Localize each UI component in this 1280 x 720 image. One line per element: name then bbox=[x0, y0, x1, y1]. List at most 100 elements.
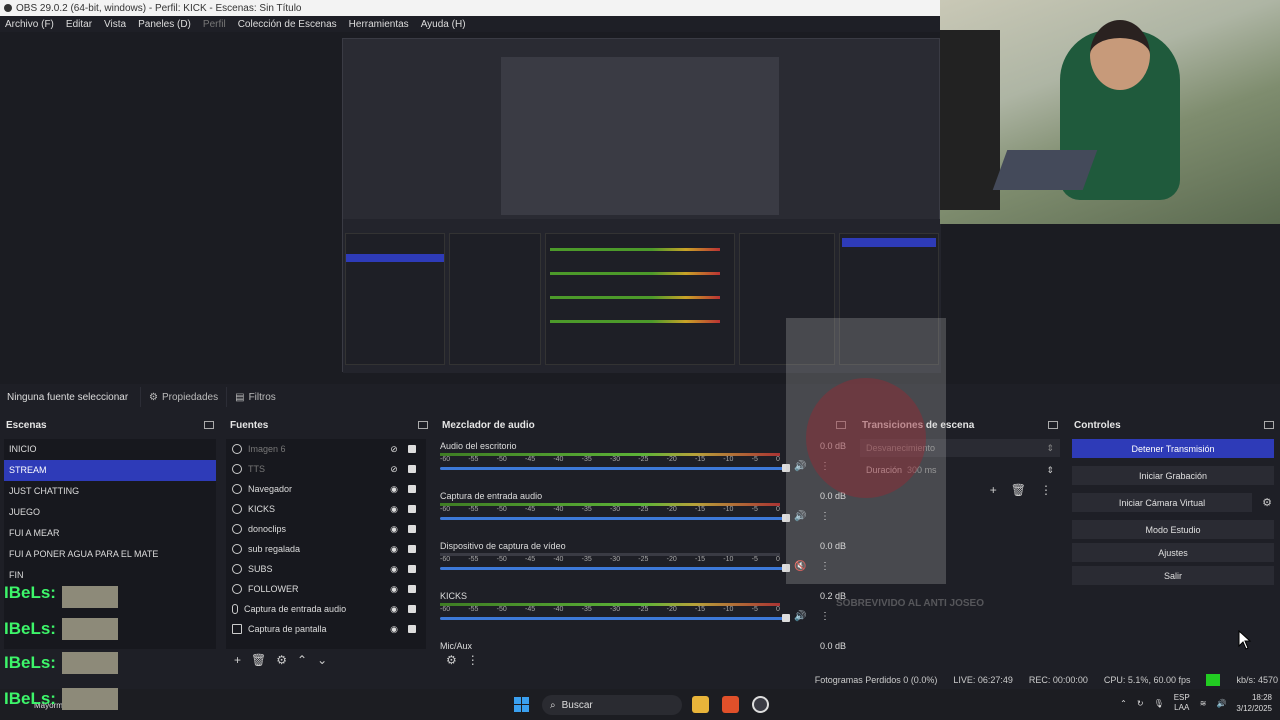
source-item[interactable]: FOLLOWER ◉ bbox=[226, 579, 426, 599]
duration-spin-icon[interactable]: ⇕ bbox=[1046, 465, 1054, 476]
menu-herramientas[interactable]: Herramientas bbox=[349, 19, 409, 30]
volume-slider[interactable] bbox=[440, 467, 786, 470]
source-item[interactable]: Navegador ◉ bbox=[226, 479, 426, 499]
windows-start-icon[interactable] bbox=[514, 697, 529, 712]
menu-ayuda[interactable]: Ayuda (H) bbox=[421, 19, 466, 30]
scene-item-selected[interactable]: STREAM bbox=[4, 460, 216, 481]
channel-name: Captura de entrada audio bbox=[440, 491, 543, 501]
advanced-audio-icon[interactable]: ⚙ bbox=[446, 653, 457, 667]
visibility-icon[interactable]: ◉ bbox=[388, 584, 400, 595]
taskbar-search[interactable]: ⌕ Buscar bbox=[542, 695, 682, 715]
volume-slider-handle[interactable] bbox=[782, 614, 790, 622]
scene-item[interactable]: FUI A MEAR bbox=[4, 523, 216, 544]
add-transition-icon[interactable]: + bbox=[990, 483, 997, 497]
volume-slider[interactable] bbox=[440, 617, 786, 620]
mixer-channel: KICKS 0.2 dB -60 -55 -50 -45 -40 -35 -30 -25 -20… bbox=[436, 589, 852, 639]
undock-icon[interactable] bbox=[1264, 421, 1274, 429]
lock-icon[interactable] bbox=[408, 605, 416, 613]
start-recording-button[interactable]: Iniciar Grabación bbox=[1072, 466, 1274, 485]
source-item[interactable]: Captura de entrada audio ◉ bbox=[226, 599, 426, 619]
lock-icon[interactable] bbox=[408, 545, 416, 553]
remove-source-icon[interactable]: 🗑 bbox=[251, 653, 266, 667]
lock-icon[interactable] bbox=[408, 485, 416, 493]
lock-icon[interactable] bbox=[408, 445, 416, 453]
chevron-up-icon[interactable]: ⌃ bbox=[1120, 699, 1127, 708]
volume-slider[interactable] bbox=[440, 567, 786, 570]
browser-icon bbox=[232, 464, 242, 474]
menu-paneles[interactable]: Paneles (D) bbox=[138, 19, 191, 30]
sync-icon[interactable]: ↻ bbox=[1137, 699, 1144, 708]
menu-perfil[interactable]: Perfil bbox=[203, 19, 226, 30]
source-item[interactable]: sub regalada ◉ bbox=[226, 539, 426, 559]
lock-icon[interactable] bbox=[408, 565, 416, 573]
add-source-icon[interactable]: + bbox=[234, 653, 241, 667]
scene-item[interactable]: JUEGO bbox=[4, 502, 216, 523]
undock-icon[interactable] bbox=[1048, 421, 1058, 429]
source-properties-icon[interactable]: ⚙ bbox=[276, 653, 287, 667]
visibility-icon[interactable]: ◉ bbox=[388, 524, 400, 535]
menu-editar[interactable]: Editar bbox=[66, 19, 92, 30]
move-up-icon[interactable]: ⌃ bbox=[297, 653, 307, 667]
remove-transition-icon[interactable]: 🗑 bbox=[1011, 483, 1026, 497]
file-explorer-icon[interactable] bbox=[692, 696, 709, 713]
lock-icon[interactable] bbox=[408, 585, 416, 593]
source-item[interactable]: donoclips ◉ bbox=[226, 519, 426, 539]
windows-taskbar: Mayorm ⌕ Buscar ⌃ ↻ 🎙 ESP LAA ≋ 🔊 18:28 3/… bbox=[0, 689, 1280, 720]
rec-duration: REC: 00:00:00 bbox=[1028, 675, 1088, 685]
properties-label: Propiedades bbox=[161, 391, 219, 403]
source-item[interactable]: Imagen 6 ⊘ bbox=[226, 439, 426, 459]
undock-icon[interactable] bbox=[418, 421, 428, 429]
visibility-icon[interactable]: ◉ bbox=[388, 504, 400, 515]
brave-browser-icon[interactable] bbox=[722, 696, 739, 713]
settings-button[interactable]: Ajustes bbox=[1072, 543, 1274, 562]
source-item[interactable]: KICKS ◉ bbox=[226, 499, 426, 519]
visibility-icon[interactable]: ◉ bbox=[388, 544, 400, 555]
microphone-tray-icon[interactable]: 🎙 bbox=[1154, 699, 1164, 708]
obs-taskbar-icon[interactable] bbox=[752, 696, 769, 713]
menu-archivo[interactable]: Archivo (F) bbox=[5, 19, 54, 30]
menu-coleccion-escenas[interactable]: Colección de Escenas bbox=[238, 19, 337, 30]
lock-icon[interactable] bbox=[408, 505, 416, 513]
volume-slider[interactable] bbox=[440, 517, 786, 520]
source-name: Captura de entrada audio bbox=[244, 604, 347, 614]
filters-button[interactable]: ▤ Filtros bbox=[226, 387, 284, 407]
language-indicator[interactable]: ESP LAA bbox=[1174, 693, 1190, 713]
lock-icon[interactable] bbox=[408, 525, 416, 533]
stop-streaming-button[interactable]: Detener Transmisión bbox=[1072, 439, 1274, 458]
source-item[interactable]: Captura de pantalla ◉ bbox=[226, 619, 426, 639]
undock-icon[interactable] bbox=[204, 421, 214, 429]
visibility-icon[interactable]: ◉ bbox=[388, 624, 400, 635]
lock-icon[interactable] bbox=[408, 625, 416, 633]
exit-button[interactable]: Salir bbox=[1072, 566, 1274, 585]
controls-title: Controles bbox=[1074, 419, 1121, 431]
start-virtual-camera-button[interactable]: Iniciar Cámara Virtual bbox=[1072, 493, 1252, 512]
visibility-icon[interactable]: ◉ bbox=[388, 604, 400, 615]
mixer-menu-icon[interactable]: ⋮ bbox=[467, 653, 479, 667]
channel-name: Mic/Aux bbox=[440, 641, 473, 649]
scene-item[interactable]: JUST CHATTING bbox=[4, 481, 216, 502]
wifi-icon[interactable]: ≋ bbox=[1200, 699, 1207, 708]
more-options-icon[interactable]: ⋮ bbox=[820, 611, 830, 622]
source-item[interactable]: TTS ⊘ bbox=[226, 459, 426, 479]
menu-vista[interactable]: Vista bbox=[104, 19, 126, 30]
visibility-icon[interactable]: ◉ bbox=[388, 484, 400, 495]
visibility-icon[interactable]: ◉ bbox=[388, 564, 400, 575]
properties-button[interactable]: ⚙ Propiedades bbox=[140, 387, 226, 407]
virtual-camera-settings-icon[interactable]: ⚙ bbox=[1262, 496, 1272, 509]
program-preview[interactable] bbox=[0, 0, 1280, 384]
move-down-icon[interactable]: ⌄ bbox=[317, 653, 327, 667]
speaker-icon[interactable]: 🔊 bbox=[794, 611, 806, 622]
visibility-off-icon[interactable]: ⊘ bbox=[388, 464, 400, 475]
transition-menu-icon[interactable]: ⋮ bbox=[1040, 483, 1052, 497]
visibility-off-icon[interactable]: ⊘ bbox=[388, 444, 400, 455]
lock-icon[interactable] bbox=[408, 465, 416, 473]
clock[interactable]: 18:28 3/12/2025 bbox=[1236, 692, 1272, 714]
scene-item[interactable]: FUI A PONER AGUA PARA EL MATE bbox=[4, 544, 216, 565]
filters-label: Filtros bbox=[248, 391, 276, 403]
volume-icon[interactable]: 🔊 bbox=[1216, 699, 1226, 708]
scene-item[interactable]: INICIO bbox=[4, 439, 216, 460]
source-item[interactable]: SUBS ◉ bbox=[226, 559, 426, 579]
monitor-icon bbox=[232, 624, 242, 634]
source-name: TTS bbox=[248, 464, 265, 474]
studio-mode-button[interactable]: Modo Estudio bbox=[1072, 520, 1274, 539]
